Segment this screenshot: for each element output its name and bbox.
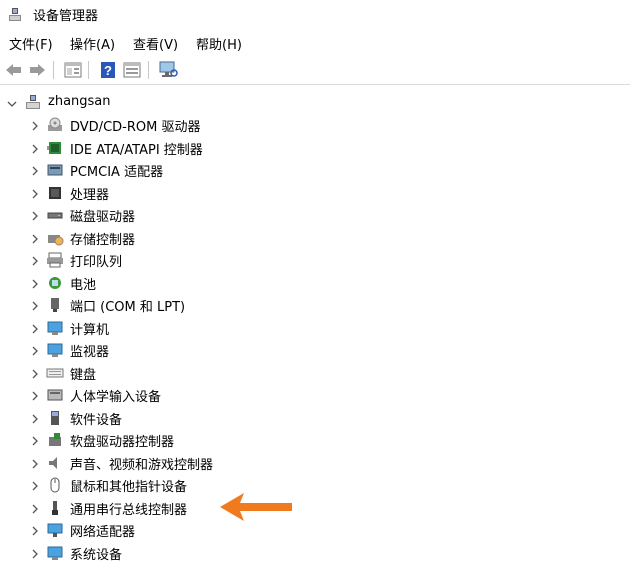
svg-text:?: ?: [104, 63, 112, 78]
computer-monitor-icon: [46, 319, 64, 337]
chevron-right-icon[interactable]: [30, 233, 40, 243]
ide-controller-icon: [46, 139, 64, 157]
details-view-icon[interactable]: [122, 60, 142, 80]
tree-item-label: 磁盘驱动器: [70, 210, 136, 225]
menu-action[interactable]: 操作(A): [70, 34, 115, 53]
computer-icon: [24, 93, 42, 111]
tree-item-label: 监视器: [70, 345, 110, 360]
chevron-right-icon[interactable]: [30, 480, 40, 491]
floppy-controller-icon: [46, 431, 64, 449]
battery-icon: [46, 274, 64, 292]
tree-root-label: zhangsan: [48, 94, 111, 109]
chevron-right-icon[interactable]: [30, 345, 40, 356]
menu-bar: 文件(F) 操作(A) 查看(V) 帮助(H): [0, 32, 630, 54]
menu-file[interactable]: 文件(F): [9, 34, 53, 53]
menu-view[interactable]: 查看(V): [133, 34, 178, 53]
disk-drive-icon: [46, 206, 64, 224]
tree-item-label: 键盘: [70, 367, 97, 383]
printer-icon: [46, 251, 64, 269]
orange-pointer-arrow-icon: [218, 490, 294, 524]
chevron-right-icon[interactable]: [30, 323, 40, 333]
chevron-right-icon[interactable]: [30, 188, 40, 198]
tree-item-label: 处理器: [70, 187, 110, 203]
title-bar: 设备管理器: [0, 0, 630, 26]
port-icon: [46, 296, 64, 314]
chevron-right-icon[interactable]: [30, 390, 40, 401]
monitor-icon: [46, 341, 64, 359]
tree-item-label: 网络适配器: [70, 525, 136, 540]
chevron-right-icon[interactable]: [30, 165, 40, 176]
system-device-icon: [46, 544, 64, 562]
tree-item-label: PCMCIA 适配器: [70, 165, 164, 180]
help-icon[interactable]: ?: [98, 60, 118, 80]
chevron-right-icon[interactable]: [30, 413, 40, 423]
toolbar-separator: [53, 61, 54, 79]
device-manager-icon: [7, 6, 23, 22]
tree-item-label: 电池: [70, 277, 97, 293]
tree-item-label: 声音、视频和游戏控制器: [70, 457, 214, 473]
chevron-right-icon[interactable]: [30, 525, 40, 536]
keyboard-icon: [46, 364, 64, 382]
chevron-right-icon[interactable]: [30, 458, 40, 468]
back-arrow-icon[interactable]: [4, 60, 24, 80]
toolbar: ?: [0, 56, 630, 85]
tree-item-label: 存储控制器: [70, 232, 136, 248]
tree-item-label: IDE ATA/ATAPI 控制器: [70, 142, 203, 158]
pcmcia-icon: [46, 161, 64, 179]
software-device-icon: [46, 409, 64, 427]
toolbar-separator: [88, 61, 89, 79]
tree-item-label: 通用串行总线控制器: [70, 502, 188, 518]
tree-item-label: DVD/CD-ROM 驱动器: [70, 120, 201, 135]
chevron-right-icon[interactable]: [30, 255, 40, 266]
properties-view-icon[interactable]: [63, 60, 83, 80]
chevron-down-icon[interactable]: [7, 98, 17, 108]
chevron-right-icon[interactable]: [30, 278, 40, 288]
chevron-right-icon[interactable]: [30, 548, 40, 558]
chevron-right-icon[interactable]: [30, 300, 40, 311]
chevron-right-icon[interactable]: [30, 435, 40, 446]
tree-item-label: 计算机: [70, 322, 110, 338]
menu-help[interactable]: 帮助(H): [196, 34, 242, 53]
tree-item-label: 软件设备: [70, 412, 123, 428]
window-title: 设备管理器: [33, 9, 99, 24]
mouse-icon: [46, 476, 64, 494]
processor-icon: [46, 184, 64, 202]
chevron-right-icon[interactable]: [30, 503, 40, 513]
speaker-icon: [46, 454, 64, 472]
dvd-drive-icon: [46, 116, 64, 134]
forward-arrow-icon[interactable]: [27, 60, 47, 80]
tree-item-label: 系统设备: [70, 547, 123, 563]
tree-item-label: 端口 (COM 和 LPT): [70, 300, 186, 315]
scan-hardware-icon[interactable]: [158, 60, 178, 80]
chevron-right-icon[interactable]: [30, 120, 40, 131]
tree-item-label: 打印队列: [70, 255, 123, 270]
tree-item-label: 鼠标和其他指针设备: [70, 480, 188, 495]
tree-item-label: 人体学输入设备: [70, 390, 162, 405]
chevron-right-icon[interactable]: [30, 368, 40, 378]
chevron-right-icon[interactable]: [30, 210, 40, 221]
tree-item-label: 软盘驱动器控制器: [70, 435, 175, 450]
usb-icon: [46, 499, 64, 517]
hid-icon: [46, 386, 64, 404]
chevron-right-icon[interactable]: [30, 143, 40, 153]
toolbar-separator: [148, 61, 149, 79]
storage-controller-icon: [46, 229, 64, 247]
network-adapter-icon: [46, 521, 64, 539]
